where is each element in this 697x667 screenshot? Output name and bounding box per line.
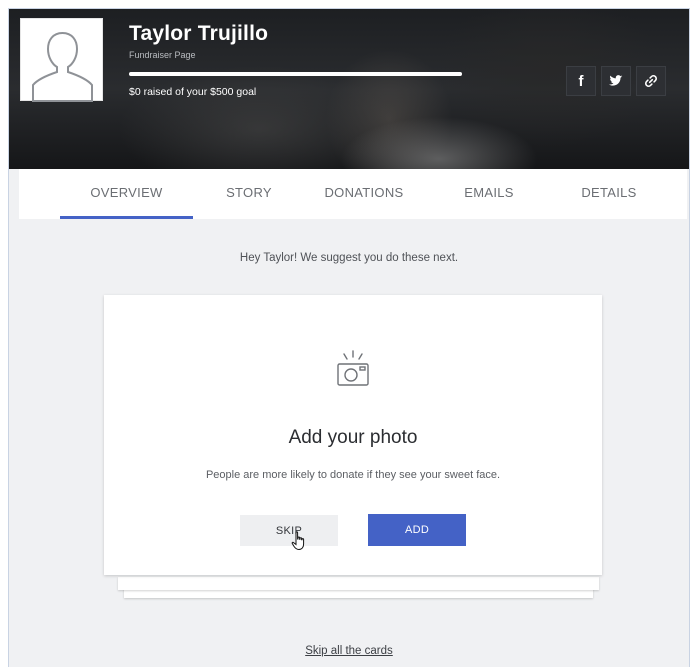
page-type-label: Fundraiser Page xyxy=(129,50,196,60)
tab-details[interactable]: DETAILS xyxy=(564,169,654,219)
hand-pointer-cursor-icon xyxy=(291,531,305,551)
goal-progress-bar xyxy=(129,72,462,76)
tab-bar: OVERVIEW STORY DONATIONS EMAILS DETAILS xyxy=(19,169,687,219)
twitter-icon xyxy=(609,75,623,86)
card-title: Add your photo xyxy=(288,427,418,448)
goal-status-text: $0 raised of your $500 goal xyxy=(129,86,257,98)
skip-button[interactable]: SKIP xyxy=(240,515,338,546)
skip-all-cards-link[interactable]: Skip all the cards xyxy=(9,645,689,657)
camera-icon xyxy=(337,350,369,386)
suggestion-heading: Hey Taylor! We suggest you do these next… xyxy=(239,252,459,264)
task-card-add-photo: Add your photo People are more likely to… xyxy=(104,295,602,575)
user-silhouette-icon xyxy=(32,31,93,102)
tab-donations[interactable]: DONATIONS xyxy=(309,169,419,219)
facebook-icon: f xyxy=(578,72,584,90)
copy-link-button[interactable] xyxy=(636,66,666,96)
tab-story[interactable]: STORY xyxy=(209,169,289,219)
card-stack-middle xyxy=(118,577,599,590)
twitter-share-button[interactable] xyxy=(601,66,631,96)
tab-emails[interactable]: EMAILS xyxy=(449,169,529,219)
page-frame: Taylor Trujillo Fundraiser Page $0 raise… xyxy=(8,8,690,667)
fundraiser-name: Taylor Trujillo xyxy=(129,22,269,45)
profile-header: Taylor Trujillo Fundraiser Page $0 raise… xyxy=(9,9,689,169)
link-icon xyxy=(644,74,658,88)
add-photo-button[interactable]: ADD xyxy=(368,514,466,546)
facebook-share-button[interactable]: f xyxy=(566,66,596,96)
avatar[interactable] xyxy=(20,18,103,102)
goal-progress-fill xyxy=(129,72,462,76)
card-description: People are more likely to donate if they… xyxy=(205,469,501,481)
tab-overview[interactable]: OVERVIEW xyxy=(60,169,193,219)
